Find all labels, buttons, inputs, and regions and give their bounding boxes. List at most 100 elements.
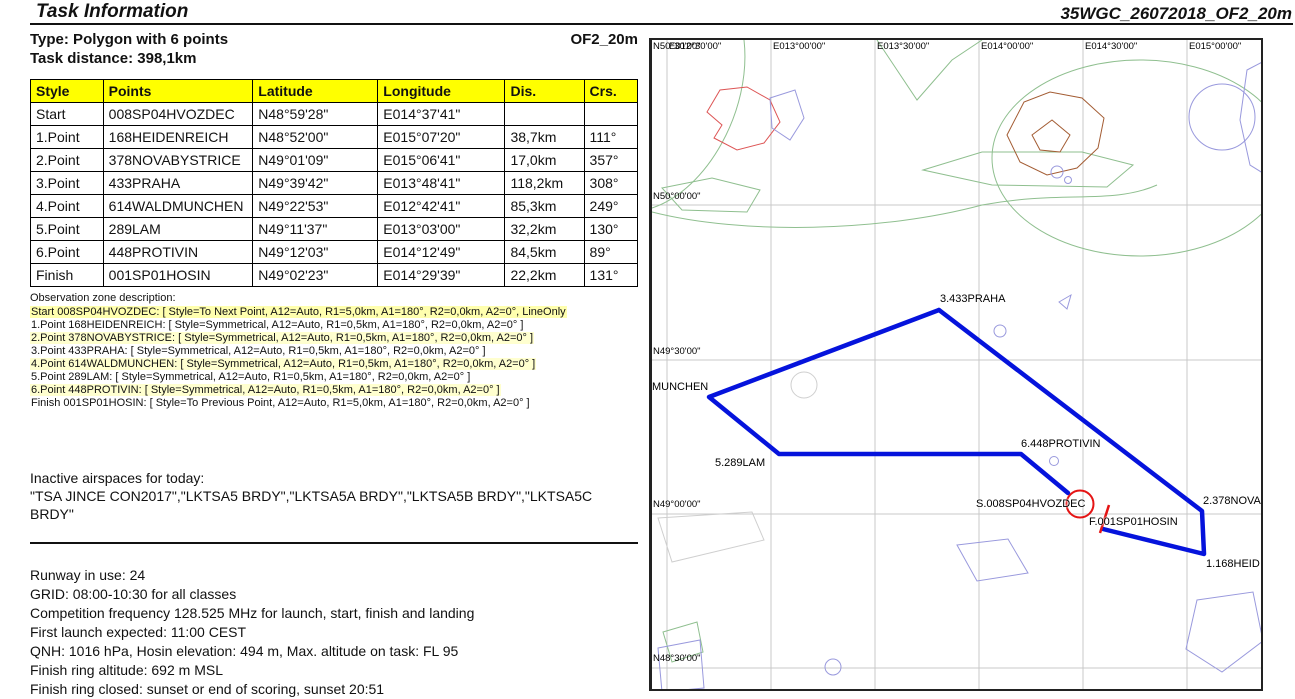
map-point-label: S.008SP04HVOZDEC (976, 498, 1085, 510)
table-cell: 168HEIDENREICH (103, 126, 253, 149)
column-header: Style (31, 80, 104, 103)
table-cell: E014°37'41" (378, 103, 505, 126)
column-header: Crs. (584, 80, 637, 103)
obs-zone-list: Start 008SP04HVOZDEC: [ Style=To Next Po… (30, 306, 646, 410)
task-type: Type: Polygon with 6 points (30, 31, 228, 48)
briefing-line: Competition frequency 128.525 MHz for la… (30, 604, 646, 623)
map-point-label: MUNCHEN (652, 381, 708, 393)
task-code: OF2_20m (570, 31, 638, 48)
table-row: 2.Point378NOVABYSTRICEN49°01'09"E015°06'… (31, 149, 638, 172)
table-cell: 249° (584, 195, 637, 218)
briefing-line: Finish ring altitude: 692 m MSL (30, 661, 646, 680)
obs-zone-heading: Observation zone description: (30, 292, 176, 304)
column-header: Longitude (378, 80, 505, 103)
table-cell: Finish (31, 264, 104, 287)
map-lon-label: E013°00'00" (773, 41, 825, 52)
table-cell: E013°03'00" (378, 218, 505, 241)
waypoint-table: StylePointsLatitudeLongitudeDis.Crs. Sta… (30, 79, 638, 287)
table-cell: 378NOVABYSTRICE (103, 149, 253, 172)
obs-zone-line: Finish 001SP01HOSIN: [ Style=To Previous… (30, 397, 646, 410)
briefing-list: Runway in use: 24GRID: 08:00-10:30 for a… (30, 566, 646, 699)
briefing-line: Finish ring closed: sunset or end of sco… (30, 680, 646, 699)
table-cell: 008SP04HVOZDEC (103, 103, 253, 126)
airspace-value-line: BRDY" (30, 506, 74, 522)
map-canvas (652, 40, 1263, 691)
airspace-heading: Inactive airspaces for today: (30, 470, 204, 486)
map-lon-label: E014°30'00" (1085, 41, 1137, 52)
table-cell: E015°07'20" (378, 126, 505, 149)
table-cell (584, 103, 637, 126)
map-point-label: 6.448PROTIVIN (1021, 438, 1100, 450)
table-cell: 2.Point (31, 149, 104, 172)
table-cell: E013°48'41" (378, 172, 505, 195)
obs-zone-line: 1.Point 168HEIDENREICH: [ Style=Symmetri… (30, 319, 646, 332)
map-point-label: F.001SP01HOSIN (1089, 516, 1178, 528)
obs-zone-text: Finish 001SP01HOSIN: [ Style=To Previous… (30, 397, 531, 409)
task-distance: Task distance: 398,1km (30, 50, 196, 67)
airspace-value-line: "TSA JINCE CON2017","LKTSA5 BRDY","LKTSA… (30, 488, 592, 504)
obs-zone-line: 2.Point 378NOVABYSTRICE: [ Style=Symmetr… (30, 332, 646, 345)
table-cell: 308° (584, 172, 637, 195)
obs-zone-text: 5.Point 289LAM: [ Style=Symmetrical, A12… (30, 371, 471, 383)
table-cell: 289LAM (103, 218, 253, 241)
table-cell: 84,5km (505, 241, 584, 264)
map-lat-label: N49°30'00" (653, 346, 701, 357)
table-cell: 357° (584, 149, 637, 172)
map-lat-label: N48°30'00" (653, 653, 701, 664)
briefing-line: First launch expected: 11:00 CEST (30, 623, 646, 642)
task-summary-row: Type: Polygon with 6 points OF2_20m (30, 31, 638, 48)
table-cell: 448PROTIVIN (103, 241, 253, 264)
map-lat-label: N50°30'00" (653, 41, 701, 52)
map-lat-label: N50°00'00" (653, 191, 701, 202)
title-rule (30, 23, 1293, 25)
table-cell: N48°52'00" (253, 126, 378, 149)
table-header-row: StylePointsLatitudeLongitudeDis.Crs. (31, 80, 638, 103)
obs-zone-line: Start 008SP04HVOZDEC: [ Style=To Next Po… (30, 306, 646, 319)
table-cell (505, 103, 584, 126)
section-divider (30, 542, 638, 544)
table-cell: N49°12'03" (253, 241, 378, 264)
table-cell: Start (31, 103, 104, 126)
briefing-line: QNH: 1016 hPa, Hosin elevation: 494 m, M… (30, 642, 646, 661)
table-cell: N49°39'42" (253, 172, 378, 195)
obs-zone-line: 5.Point 289LAM: [ Style=Symmetrical, A12… (30, 371, 646, 384)
map-lat-label: N49°00'00" (653, 499, 701, 510)
waypoint-table-body: Start008SP04HVOZDECN48°59'28"E014°37'41"… (31, 103, 638, 287)
obs-zone-line: 6.Point 448PROTIVIN: [ Style=Symmetrical… (30, 384, 646, 397)
map-point-label: 2.378NOVA (1203, 495, 1261, 507)
table-cell: 5.Point (31, 218, 104, 241)
column-header: Dis. (505, 80, 584, 103)
map-lon-label: E014°00'00" (981, 41, 1033, 52)
table-cell: 118,2km (505, 172, 584, 195)
task-map: 3.433PRAHAMUNCHEN5.289LAM6.448PROTIVINS.… (649, 38, 1263, 691)
obs-zone-text: 4.Point 614WALDMUNCHEN: [ Style=Symmetri… (30, 358, 536, 370)
table-row: 6.Point448PROTIVINN49°12'03"E014°12'49"8… (31, 241, 638, 264)
obs-zone-text: 6.Point 448PROTIVIN: [ Style=Symmetrical… (30, 384, 501, 396)
map-point-label: 3.433PRAHA (940, 293, 1005, 305)
table-cell: N49°01'09" (253, 149, 378, 172)
map-point-label: 1.168HEID (1206, 558, 1260, 570)
map-airspace-decor (652, 40, 1263, 691)
page-title: Task Information (36, 1, 188, 23)
table-row: 4.Point614WALDMUNCHENN49°22'53"E012°42'4… (31, 195, 638, 218)
table-cell: 32,2km (505, 218, 584, 241)
column-header: Latitude (253, 80, 378, 103)
table-cell: 130° (584, 218, 637, 241)
table-cell: 433PRAHA (103, 172, 253, 195)
table-row: 3.Point433PRAHAN49°39'42"E013°48'41"118,… (31, 172, 638, 195)
obs-zone-text: 3.Point 433PRAHA: [ Style=Symmetrical, A… (30, 345, 487, 357)
obs-zone-line: 4.Point 614WALDMUNCHEN: [ Style=Symmetri… (30, 358, 646, 371)
map-lon-label: E015°00'00" (1189, 41, 1241, 52)
map-grid (652, 40, 1263, 691)
table-cell: 1.Point (31, 126, 104, 149)
briefing-line: Runway in use: 24 (30, 566, 646, 585)
table-cell: N49°11'37" (253, 218, 378, 241)
column-header: Points (103, 80, 253, 103)
table-cell: N49°22'53" (253, 195, 378, 218)
table-cell: N49°02'23" (253, 264, 378, 287)
table-cell: 6.Point (31, 241, 104, 264)
table-cell: E012°42'41" (378, 195, 505, 218)
table-row: 1.Point168HEIDENREICHN48°52'00"E015°07'2… (31, 126, 638, 149)
table-cell: E015°06'41" (378, 149, 505, 172)
briefing-line: GRID: 08:00-10:30 for all classes (30, 585, 646, 604)
